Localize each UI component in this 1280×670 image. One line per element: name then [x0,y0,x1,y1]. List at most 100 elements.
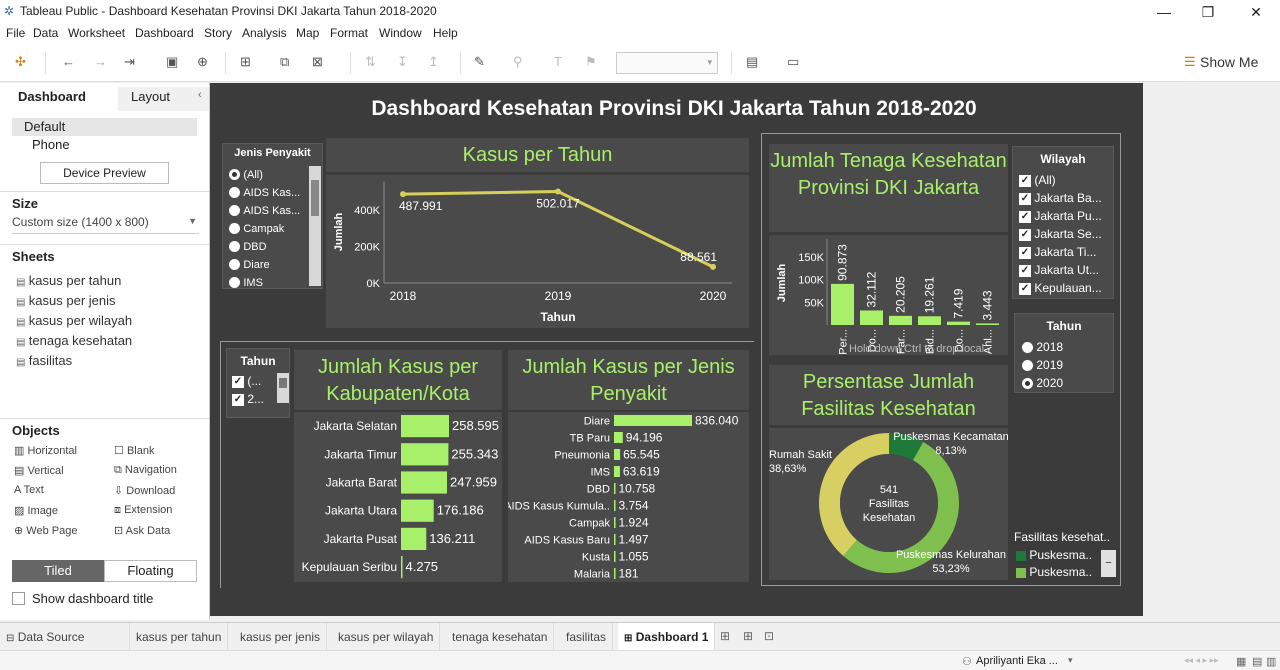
object-download[interactable]: ⇩ Download [114,484,175,497]
tab-sheet[interactable]: fasilitas [560,623,614,651]
menu-dashboard[interactable]: Dashboard [135,26,194,40]
pin-icon[interactable]: ⚑ [585,54,597,70]
undo-icon[interactable]: ← [62,54,75,69]
save-icon[interactable]: ▣ [166,54,178,70]
floating-button[interactable]: Floating [104,560,197,582]
filter-option[interactable]: ✓ Jakarta Ti... [1019,245,1096,259]
tab-dashboard-active[interactable]: ⊞ Dashboard 1 [618,623,716,651]
filter-option[interactable]: (All) [229,167,263,181]
object-image[interactable]: ▨ Image [14,504,58,517]
menu-story[interactable]: Story [204,26,232,40]
scroll-thumb[interactable] [279,378,287,388]
tiled-button[interactable]: Tiled [12,560,104,582]
menu-format[interactable]: Format [330,26,368,40]
swap-icon[interactable]: ⇅ [365,54,376,70]
sheet-item[interactable]: ▤ tenaga kesehatan [16,333,132,348]
sheet-item[interactable]: ▤ kasus per wilayah [16,313,132,328]
object-webpage[interactable]: ⊕ Web Page [14,524,77,537]
filter-option[interactable]: Diare [229,257,270,271]
replay-icon[interactable]: ⇥ [124,54,135,70]
tab-sheet[interactable]: tenaga kesehatan [446,623,555,651]
object-vertical[interactable]: ▤ Vertical [14,464,64,477]
highlight-icon[interactable]: ✎ [474,54,485,70]
object-navigation[interactable]: ⧉ Navigation [114,464,177,477]
scrollbar[interactable] [277,373,289,403]
menu-map[interactable]: Map [296,26,319,40]
redo-icon[interactable]: → [94,54,107,69]
filter-option[interactable]: DBD [229,239,267,253]
tab-sheet[interactable]: kasus per wilayah [332,623,441,651]
legend-scroll[interactable]: − [1101,550,1116,577]
group-icon[interactable]: ⚲ [513,54,523,70]
filter-option[interactable]: ✓ (... [232,374,261,388]
filter-option[interactable]: ✓ Jakarta Ba... [1019,191,1102,205]
duplicate-icon[interactable]: ⧉ [280,54,289,70]
legend-item[interactable]: Puskesma.. [1016,565,1092,579]
scrollbar[interactable] [309,166,321,286]
filter-option[interactable]: ✓ Jakarta Ut... [1019,263,1099,277]
menu-worksheet[interactable]: Worksheet [68,26,125,40]
new-dashboard-tab-icon[interactable]: ⊞ [743,629,753,643]
new-worksheet-icon[interactable]: ⊞ [240,54,251,70]
collapse-icon[interactable]: ‹ [198,89,202,101]
device-preview-button[interactable]: Device Preview [40,162,169,184]
filter-option[interactable]: IMS [229,275,263,289]
legend-item[interactable]: Puskesma.. [1016,548,1092,562]
new-story-tab-icon[interactable]: ⊡ [764,629,774,643]
tab-data-source[interactable]: ⊟ Data Source [0,623,130,651]
filter-option[interactable]: AIDS Kas... [229,185,300,199]
device-default[interactable]: Default [12,118,197,136]
sort-desc-icon[interactable]: ↥ [428,54,439,70]
sheet-item[interactable]: ▤ kasus per tahun [16,273,121,288]
filter-option[interactable]: 2020 [1022,376,1063,390]
filter-option[interactable]: ✓ 2... [232,392,264,406]
grid-view-icon[interactable]: ▦ [1236,655,1246,668]
object-askdata[interactable]: ⊡ Ask Data [114,524,170,537]
object-blank[interactable]: ☐ Blank [114,444,154,457]
object-extension[interactable]: ⧈ Extension [114,504,172,517]
user-name[interactable]: Apriliyanti Eka ... [976,655,1058,667]
sort-asc-icon[interactable]: ↧ [397,54,408,70]
clear-icon[interactable]: ⊠ [312,54,323,70]
filter-option[interactable]: Campak [229,221,284,235]
label-icon[interactable]: T [554,54,562,69]
menu-file[interactable]: File [6,26,25,40]
filter-option[interactable]: AIDS Kas... [229,203,300,217]
filter-option[interactable]: 2019 [1022,358,1063,372]
filmstrip-icon[interactable]: ▥ [1266,655,1276,668]
sheet-item[interactable]: ▤ kasus per jenis [16,293,116,308]
show-cards-icon[interactable]: ▤ [746,54,758,70]
fit-dropdown[interactable]: ▾ [616,52,718,74]
close-icon[interactable]: ✕ [1236,2,1276,22]
filter-option[interactable]: ✓ Jakarta Pu... [1019,209,1102,223]
filter-option[interactable]: ✓ Jakarta Se... [1019,227,1102,241]
new-datasource-icon[interactable]: ⊕ [197,54,208,70]
presentation-icon[interactable]: ▭ [787,54,799,70]
device-phone[interactable]: Phone [32,137,70,152]
restore-icon[interactable]: ❐ [1188,2,1228,22]
menu-analysis[interactable]: Analysis [242,26,287,40]
new-worksheet-tab-icon[interactable]: ⊞ [720,629,730,643]
tab-dashboard[interactable]: Dashboard [0,87,118,111]
sheet-item[interactable]: ▤ fasilitas [16,353,72,368]
nav-arrows-icon[interactable]: ◂◂ ◂ ▸ ▸▸ [1184,655,1219,666]
tab-sheet[interactable]: kasus per tahun [130,623,229,651]
size-dropdown[interactable]: Custom size (1400 x 800) ▼ [12,215,199,234]
tab-sheet[interactable]: kasus per jenis [234,623,328,651]
tab-layout[interactable]: Layout [131,87,201,111]
filter-option[interactable]: ✓ Kepulauan... [1019,281,1102,295]
menu-data[interactable]: Data [33,26,58,40]
menu-help[interactable]: Help [433,26,458,40]
filter-option[interactable]: 2018 [1022,340,1063,354]
object-text[interactable]: A Text [14,484,44,496]
show-me-button[interactable]: Show Me [1200,54,1258,70]
show-title-checkbox[interactable] [12,592,25,605]
object-horizontal[interactable]: ▥ Horizontal [14,444,77,457]
menu-window[interactable]: Window [379,26,422,40]
tableau-home-icon[interactable]: ✣ [15,54,26,70]
scroll-thumb[interactable] [311,180,319,216]
list-view-icon[interactable]: ▤ [1252,655,1262,668]
filter-option[interactable]: ✓ (All) [1019,173,1056,187]
minimize-icon[interactable]: — [1144,2,1184,22]
chevron-down-icon[interactable]: ▾ [1068,655,1073,666]
